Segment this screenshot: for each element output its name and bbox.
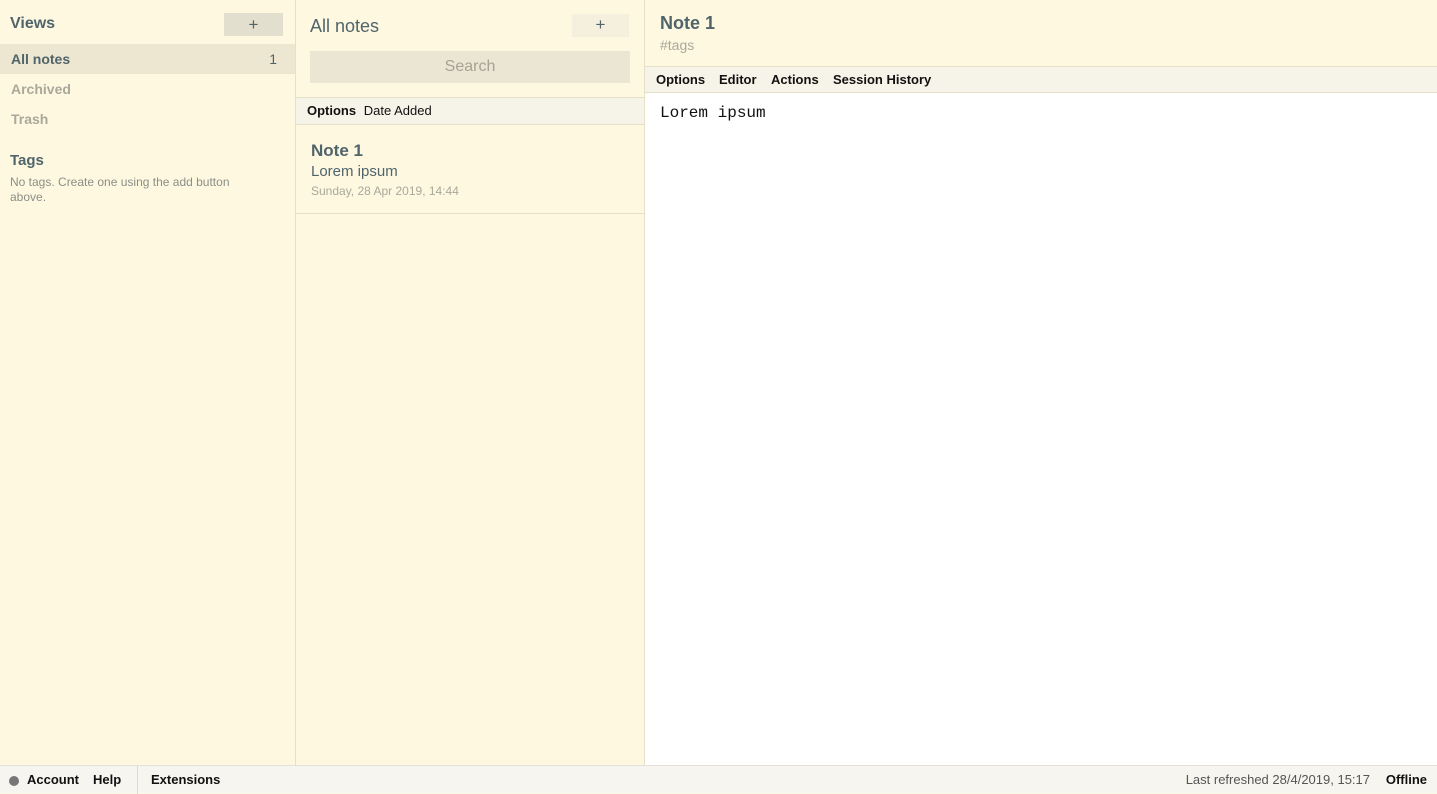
offline-status[interactable]: Offline — [1386, 766, 1427, 794]
help-button[interactable]: Help — [93, 766, 121, 794]
footer-bar: Account Help Extensions Last refreshed 2… — [0, 765, 1437, 794]
account-button[interactable]: Account — [27, 766, 79, 794]
editor-header — [645, 0, 1437, 66]
views-header: Views — [10, 15, 56, 32]
notes-list-panel: All notes + Options Date Added Note 1 Lo… — [296, 0, 645, 765]
sync-status-dot-icon — [9, 776, 19, 786]
footer-divider — [137, 766, 138, 794]
note-list-item[interactable]: Note 1 Lorem ipsum Sunday, 28 Apr 2019, … — [296, 125, 644, 214]
search-input[interactable] — [310, 51, 630, 83]
view-trash[interactable]: Trash — [0, 104, 295, 134]
extensions-button[interactable]: Extensions — [151, 766, 220, 794]
view-all-notes[interactable]: All notes 1 — [0, 44, 295, 74]
sort-label[interactable]: Date Added — [364, 103, 432, 118]
app-window: Views + All notes 1 Archived Trash Tags … — [0, 0, 1437, 794]
note-title-input[interactable] — [660, 13, 1260, 34]
view-label: Archived — [11, 81, 71, 97]
editor-menu-bar: Options Editor Actions Session History — [645, 66, 1437, 93]
plus-icon: + — [595, 15, 606, 34]
last-refreshed-text: Last refreshed 28/4/2019, 15:17 — [1185, 772, 1370, 787]
note-tags-input[interactable] — [660, 37, 1260, 53]
note-item-title: Note 1 — [311, 141, 363, 160]
menu-session-history[interactable]: Session History — [833, 67, 931, 92]
view-label: All notes — [11, 51, 71, 67]
tags-empty-message: No tags. Create one using the add button… — [10, 175, 230, 204]
editor-panel: Options Editor Actions Session History L… — [645, 0, 1437, 765]
note-item-date: Sunday, 28 Apr 2019, 14:44 — [311, 184, 459, 198]
menu-editor[interactable]: Editor — [719, 67, 757, 92]
tags-header: Tags — [10, 152, 44, 169]
note-item-preview: Lorem ipsum — [311, 163, 398, 180]
menu-options[interactable]: Options — [656, 67, 705, 92]
plus-icon: + — [248, 15, 259, 34]
new-note-button[interactable]: + — [572, 14, 629, 37]
tags-sidebar: Views + All notes 1 Archived Trash Tags … — [0, 0, 296, 765]
menu-actions[interactable]: Actions — [771, 67, 819, 92]
add-tag-button[interactable]: + — [224, 13, 283, 36]
notes-options-bar: Options Date Added — [296, 97, 644, 125]
notes-options-button[interactable]: Options — [307, 103, 356, 118]
view-label: Trash — [11, 111, 49, 127]
view-count: 1 — [269, 51, 277, 67]
notes-list-title: All notes — [310, 16, 380, 36]
view-archived[interactable]: Archived — [0, 74, 295, 104]
note-body-textarea[interactable]: Lorem ipsum — [660, 104, 1420, 744]
